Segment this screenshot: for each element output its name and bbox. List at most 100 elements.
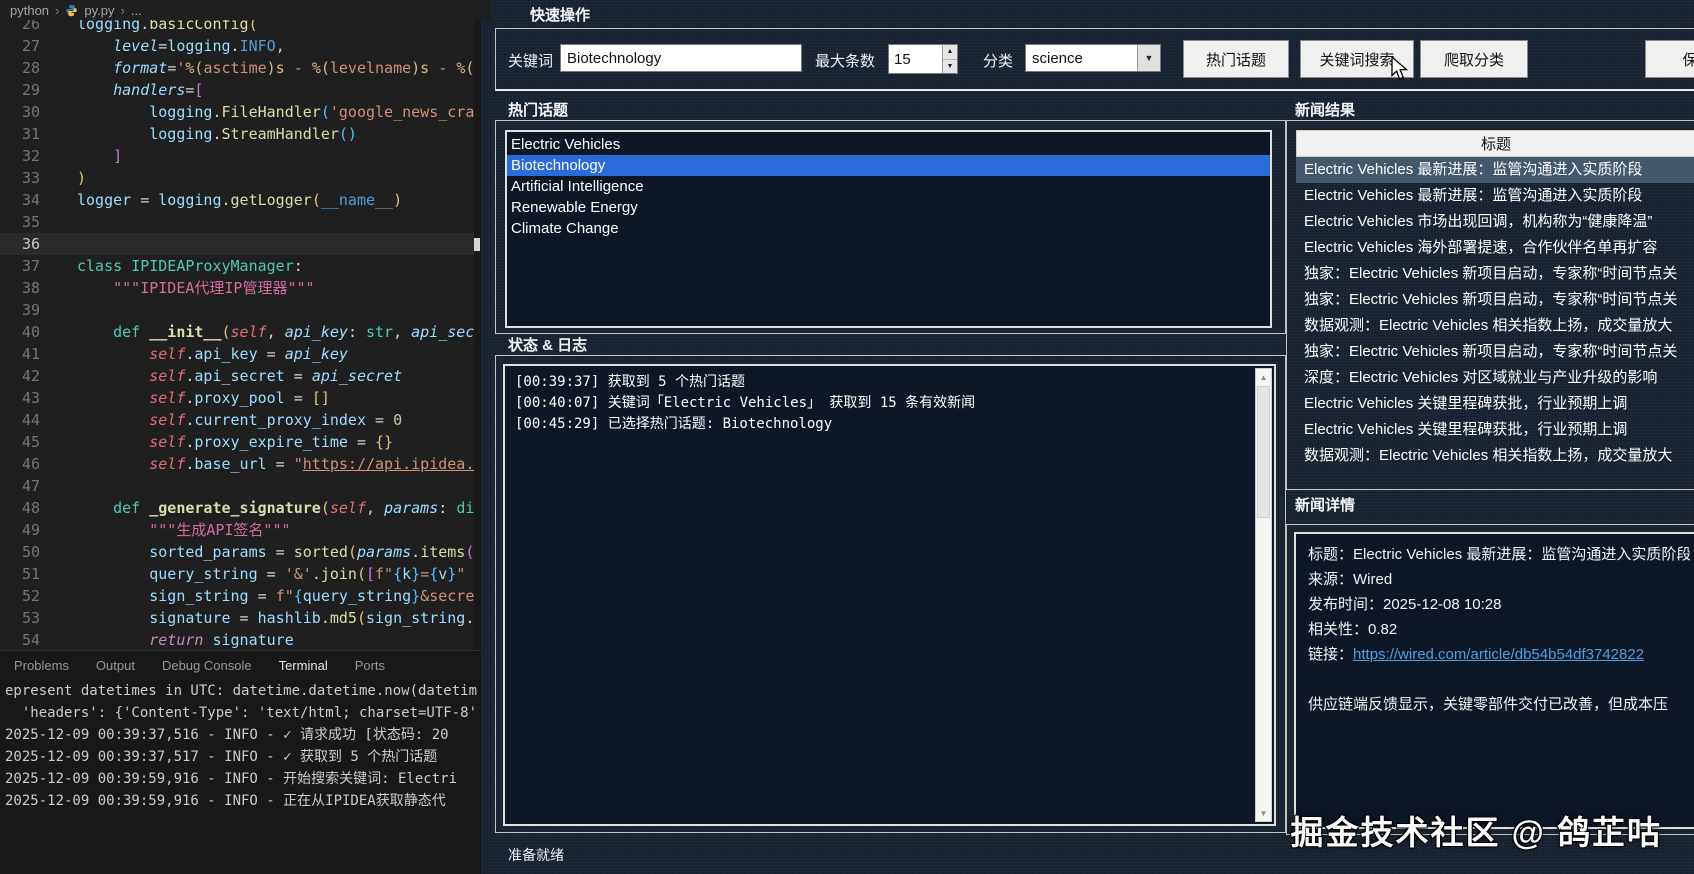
code-line[interactable]: 35	[0, 211, 474, 233]
code-line[interactable]: 52 sign_string = f"{query_string}&secret…	[0, 585, 474, 607]
vscode-editor: python › py.py › ... 26logging.basicConf…	[0, 0, 481, 874]
breadcrumb-folder[interactable]: python	[10, 3, 49, 18]
code-line[interactable]: 44 self.current_proxy_index = 0	[0, 409, 474, 431]
code-text: )	[77, 167, 86, 189]
news-row[interactable]: 数据观测：Electric Vehicles 相关指数上扬，成交量放大	[1296, 313, 1694, 339]
news-row[interactable]: Electric Vehicles 最新进展：监管沟通进入实质阶段	[1296, 183, 1694, 209]
code-line[interactable]: 34logger = logging.getLogger(__name__)	[0, 189, 474, 211]
news-row[interactable]: 深度：Electric Vehicles 对区域就业与产业升级的影响	[1296, 365, 1694, 391]
hot-topics-button[interactable]: 热门话题	[1183, 40, 1289, 78]
news-row[interactable]: 数据观测：Electric Vehicles 相关指数上扬，成交量放大	[1296, 443, 1694, 469]
code-line[interactable]: 54 return signature	[0, 629, 474, 650]
keyword-input[interactable]	[560, 44, 802, 72]
editor-scroll-gutter[interactable]	[474, 20, 481, 650]
code-area[interactable]: 26logging.basicConfig(27 level=logging.I…	[0, 20, 481, 650]
category-select[interactable]: science ▼	[1025, 44, 1161, 72]
news-row[interactable]: 独家：Electric Vehicles 新项目启动，专家称“时间节点关	[1296, 261, 1694, 287]
code-line[interactable]: 50 sorted_params = sorted(params.items()…	[0, 541, 474, 563]
line-number: 32	[0, 145, 40, 167]
crawl-category-button[interactable]: 爬取分类	[1420, 40, 1528, 78]
code-text: """生成API签名"""	[77, 519, 291, 541]
code-text: self.proxy_expire_time = {}	[77, 431, 393, 453]
watermark: 掘金技术社区 @ 鸽芷咕	[1290, 806, 1662, 854]
line-number: 31	[0, 123, 40, 145]
breadcrumb[interactable]: python › py.py › ...	[0, 0, 491, 20]
code-line[interactable]: 32 ]	[0, 145, 474, 167]
code-line[interactable]: 47	[0, 475, 474, 497]
code-line[interactable]: 28 format='%(asctime)s - %(levelname)s -…	[0, 57, 474, 79]
max-count-stepper[interactable]: ▲ ▼	[888, 44, 958, 74]
line-number: 53	[0, 607, 40, 629]
code-text: self.base_url = "https://api.ipidea.ne	[77, 453, 481, 475]
chevron-down-icon[interactable]: ▼	[1137, 45, 1160, 71]
code-line[interactable]: 41 self.api_key = api_key	[0, 343, 474, 365]
code-line[interactable]: 29 handlers=[	[0, 79, 474, 101]
line-number: 43	[0, 387, 40, 409]
code-text: def __init__(self, api_key: str, api_sec…	[77, 321, 481, 343]
code-text: logging.basicConfig(	[77, 20, 258, 35]
code-line[interactable]: 36	[0, 233, 474, 255]
code-text: def _generate_signature(self, params: di…	[77, 497, 481, 519]
code-text: class IPIDEAProxyManager:	[77, 255, 303, 277]
news-row[interactable]: Electric Vehicles 关键里程碑获批，行业预期上调	[1296, 417, 1694, 443]
log-groupbox	[495, 355, 1286, 833]
news-row[interactable]: Electric Vehicles 市场出现回调，机构称为“健康降温”	[1296, 209, 1694, 235]
code-line[interactable]: 43 self.proxy_pool = []	[0, 387, 474, 409]
tab-problems[interactable]: Problems	[14, 658, 69, 673]
terminal-output[interactable]: epresent datetimes in UTC: datetime.date…	[0, 680, 481, 874]
code-text: format='%(asctime)s - %(levelname)s - %(…	[77, 57, 481, 79]
news-row[interactable]: 独家：Electric Vehicles 新项目启动，专家称“时间节点关	[1296, 287, 1694, 313]
code-line[interactable]: 37 class IPIDEAProxyManager:	[0, 255, 474, 277]
code-line[interactable]: 40 def __init__(self, api_key: str, api_…	[0, 321, 474, 343]
code-text: level=logging.INFO,	[77, 35, 285, 57]
news-row[interactable]: 独家：Electric Vehicles 新项目启动，专家称“时间节点关	[1296, 339, 1694, 365]
spin-up-icon[interactable]: ▲	[943, 45, 957, 60]
breadcrumb-more[interactable]: ...	[131, 3, 142, 18]
line-number: 41	[0, 343, 40, 365]
code-line[interactable]: 38 """IPIDEA代理IP管理器"""	[0, 277, 474, 299]
line-number: 38	[0, 277, 40, 299]
max-count-input[interactable]	[889, 45, 942, 73]
terminal-line: 2025-12-09 00:39:37,517 - INFO - ✓ 获取到 5…	[0, 746, 481, 768]
line-number: 42	[0, 365, 40, 387]
code-line[interactable]: 45 self.proxy_expire_time = {}	[0, 431, 474, 453]
tab-ports[interactable]: Ports	[355, 658, 385, 673]
code-line[interactable]: 27 level=logging.INFO,	[0, 35, 474, 57]
code-line[interactable]: 46 self.base_url = "https://api.ipidea.n…	[0, 453, 474, 475]
code-text: self.proxy_pool = []	[77, 387, 330, 409]
news-table[interactable]: 标题 Electric Vehicles 最新进展：监管沟通进入实质阶段Elec…	[1296, 130, 1694, 469]
code-text: query_string = '&'.join([f"{k}={v}" fo	[77, 563, 481, 585]
detail-groupbox	[1286, 524, 1694, 835]
terminal-line: epresent datetimes in UTC: datetime.date…	[0, 680, 481, 702]
line-number: 27	[0, 35, 40, 57]
line-number: 39	[0, 299, 40, 321]
code-line[interactable]: 48 def _generate_signature(self, params:…	[0, 497, 474, 519]
code-line[interactable]: 53 signature = hashlib.md5(sign_string.e…	[0, 607, 474, 629]
code-text: sorted_params = sorted(params.items())	[77, 541, 481, 563]
line-number: 49	[0, 519, 40, 541]
news-row[interactable]: Electric Vehicles 关键里程碑获批，行业预期上调	[1296, 391, 1694, 417]
line-number: 35	[0, 211, 40, 233]
news-title: 新闻结果	[1295, 99, 1355, 120]
panel-tabs: Problems Output Debug Console Terminal P…	[0, 650, 481, 680]
line-number: 28	[0, 57, 40, 79]
spin-down-icon[interactable]: ▼	[943, 60, 957, 74]
tab-debug-console[interactable]: Debug Console	[162, 658, 252, 673]
code-line[interactable]: 30 logging.FileHandler('google_news_craw…	[0, 101, 474, 123]
news-row[interactable]: Electric Vehicles 最新进展：监管沟通进入实质阶段	[1296, 157, 1694, 183]
line-number: 37	[0, 255, 40, 277]
code-line[interactable]: 42 self.api_secret = api_secret	[0, 365, 474, 387]
news-row[interactable]: Electric Vehicles 海外部署提速，合作伙伴名单再扩容	[1296, 235, 1694, 261]
news-table-header: 标题	[1296, 130, 1694, 157]
breadcrumb-file[interactable]: py.py	[84, 3, 114, 18]
code-line[interactable]: 33)	[0, 167, 474, 189]
code-line[interactable]: 31 logging.StreamHandler()	[0, 123, 474, 145]
code-line[interactable]: 51 query_string = '&'.join([f"{k}={v}" f…	[0, 563, 474, 585]
save-button-partial[interactable]: 保存	[1645, 40, 1694, 78]
tab-terminal[interactable]: Terminal	[279, 658, 328, 673]
code-line[interactable]: 49 """生成API签名"""	[0, 519, 474, 541]
line-number: 40	[0, 321, 40, 343]
code-line[interactable]: 39	[0, 299, 474, 321]
tab-output[interactable]: Output	[96, 658, 135, 673]
code-line[interactable]: 26logging.basicConfig(	[0, 20, 474, 35]
